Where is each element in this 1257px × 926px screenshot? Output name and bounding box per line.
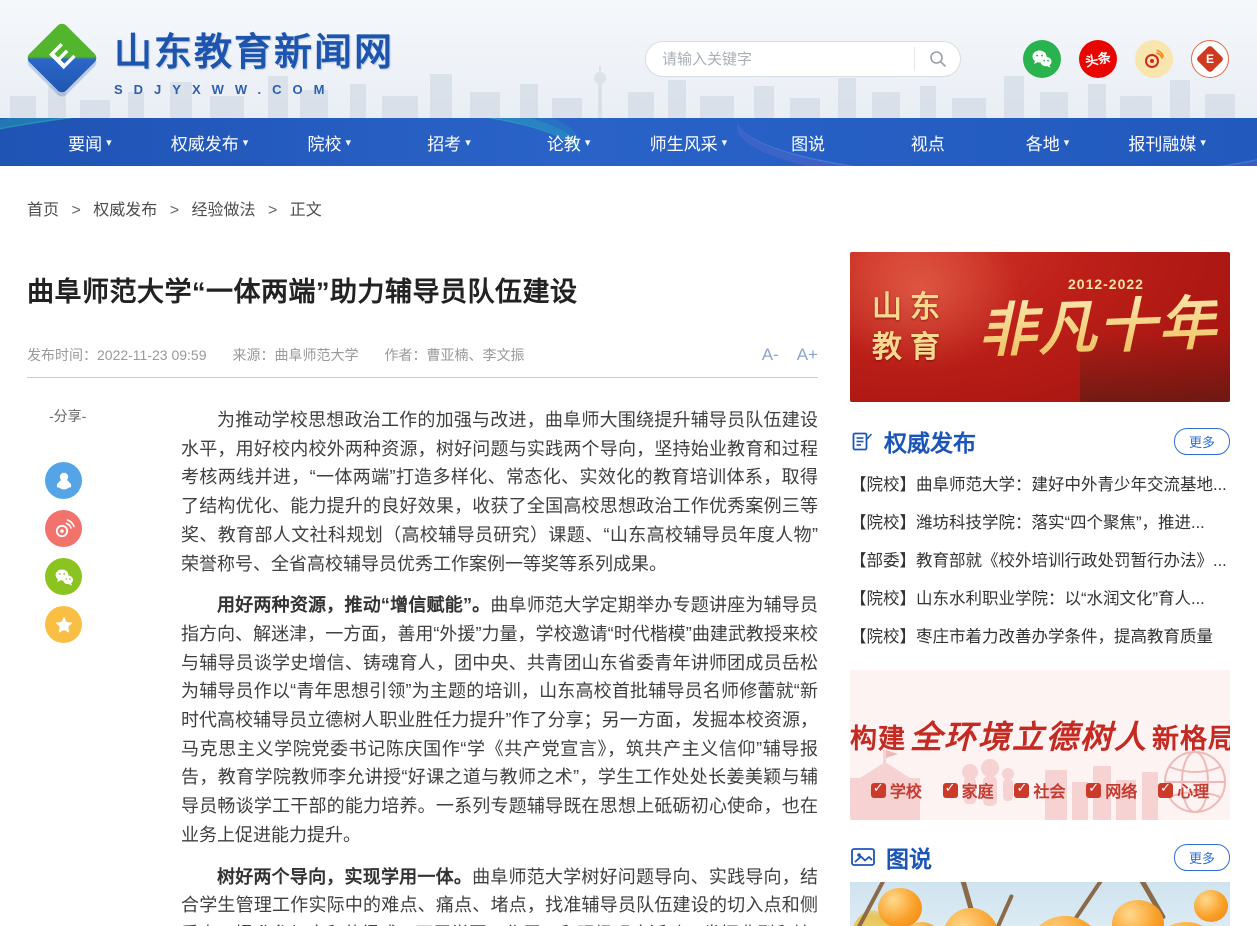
breadcrumb-separator: >	[71, 202, 80, 219]
site-title: 山东教育新闻网	[114, 21, 394, 76]
authority-section-header: 权威发布 更多	[850, 424, 1230, 458]
paragraph-1: 为推动学校思想政治工作的加强与改进，曲阜师大围绕提升辅导员队伍建设水平，用好校内…	[181, 406, 818, 578]
nav-item-tushuo[interactable]: 图说	[748, 118, 868, 166]
photo-persimmons[interactable]	[850, 882, 1230, 926]
site-logo-icon: E	[28, 24, 98, 94]
font-larger-button[interactable]: A+	[797, 345, 818, 365]
authority-more-button[interactable]: 更多	[1174, 428, 1230, 455]
font-smaller-button[interactable]: A-	[762, 345, 779, 365]
news-doc-icon	[850, 429, 874, 453]
wechat-icon[interactable]	[1023, 40, 1061, 78]
checkbox-icon	[943, 783, 958, 798]
banner-env-title: 构建全环境立德树人新格局	[850, 712, 1230, 758]
news-item[interactable]: 【院校】山东水利职业学院：以“水润文化”育人...	[850, 580, 1230, 618]
nav-item-yuanxiao[interactable]: 院校	[269, 118, 389, 166]
checkbox-icon	[1014, 783, 1029, 798]
site-header: E 山东教育新闻网 SDJYXWW.COM	[0, 0, 1257, 118]
weibo-icon[interactable]	[1135, 40, 1173, 78]
news-item[interactable]: 【部委】教育部就《校外培训行政处罚暂行办法》...	[850, 542, 1230, 580]
article-author: 作者：曹亚楠、李文振	[385, 345, 525, 365]
publish-time: 发布时间：2022-11-23 09:59	[27, 345, 207, 365]
share-qzone-icon[interactable]	[45, 606, 82, 643]
photo-more-button[interactable]: 更多	[1174, 844, 1230, 871]
nav-item-quanweifabu[interactable]: 权威发布	[150, 118, 270, 166]
site-domain: SDJYXWW.COM	[114, 82, 394, 97]
nav-item-shishengfengcai[interactable]: 师生风采	[629, 118, 749, 166]
banner-env-tags: 学校 家庭 社会 网络 心理	[850, 778, 1230, 802]
paragraph-3: 树好两个导向，实现学用一体。曲阜师范大学树好问题导向、实践导向，结合学生管理工作…	[181, 863, 818, 926]
site-app-icon[interactable]: E	[1191, 40, 1229, 78]
breadcrumb-subsection[interactable]: 经验做法	[192, 202, 256, 219]
picture-icon	[850, 845, 876, 869]
search-box	[645, 41, 961, 77]
social-links: 头条 E	[1023, 40, 1229, 78]
nav-item-zhaokao[interactable]: 招考	[389, 118, 509, 166]
news-item[interactable]: 【院校】枣庄市着力改善办学条件，提高教育质量	[850, 618, 1230, 656]
share-panel: -分享-	[27, 406, 181, 926]
banner-full-environment-education[interactable]: 构建全环境立德树人新格局 学校 家庭 社会 网络 心理	[850, 670, 1230, 820]
banner-decade-line2: 教育	[872, 328, 948, 368]
banner-decade-slogan: 非凡十年	[977, 276, 1220, 368]
news-item[interactable]: 【院校】曲阜师范大学：建好中外青少年交流基地...	[850, 466, 1230, 504]
breadcrumb-separator: >	[170, 202, 179, 219]
breadcrumb-separator: >	[268, 202, 277, 219]
checkbox-icon	[1158, 783, 1173, 798]
nav-item-shidian[interactable]: 视点	[868, 118, 988, 166]
news-item[interactable]: 【院校】潍坊科技学院：落实“四个聚焦”，推进...	[850, 504, 1230, 542]
photo-section-header: 图说 更多	[850, 840, 1230, 874]
share-weibo-icon[interactable]	[45, 510, 82, 547]
share-wechat-icon[interactable]	[45, 558, 82, 595]
article-title: 曲阜师范大学“一体两端”助力辅导员队伍建设	[27, 270, 818, 309]
banner-decade-line1: 山东	[872, 288, 948, 328]
photo-section-title: 图说	[886, 840, 932, 874]
nav-item-yaowen[interactable]: 要闻	[30, 118, 150, 166]
main-navigation: 要闻 权威发布 院校 招考 论教 师生风采 图说 视点 各地 报刊融媒	[0, 118, 1257, 166]
nav-item-lunjiao[interactable]: 论教	[509, 118, 629, 166]
search-input[interactable]	[646, 42, 914, 76]
share-label: -分享-	[49, 406, 181, 426]
breadcrumb-home[interactable]: 首页	[27, 202, 59, 219]
paragraph-2: 用好两种资源，推动“增信赋能”。曲阜师范大学定期举办专题讲座为辅导员指方向、解迷…	[181, 591, 818, 849]
search-button[interactable]	[914, 47, 960, 71]
breadcrumb-section[interactable]: 权威发布	[93, 202, 157, 219]
breadcrumb-current: 正文	[290, 202, 322, 219]
article-paragraphs: 为推动学校思想政治工作的加强与改进，曲阜师大围绕提升辅导员队伍建设水平，用好校内…	[181, 406, 818, 926]
article: 曲阜师范大学“一体两端”助力辅导员队伍建设 发布时间：2022-11-23 09…	[27, 252, 818, 926]
checkbox-icon	[871, 783, 886, 798]
sidebar: 山东 教育 2012-2022 非凡十年 权威发布 更多 【院校	[850, 252, 1230, 926]
share-qq-icon[interactable]	[45, 462, 82, 499]
toutiao-icon[interactable]: 头条	[1079, 40, 1117, 78]
search-icon	[929, 50, 947, 68]
nav-item-baokanrongmei[interactable]: 报刊融媒	[1107, 118, 1227, 166]
breadcrumb: 首页 > 权威发布 > 经验做法 > 正文	[27, 196, 1230, 220]
checkbox-icon	[1086, 783, 1101, 798]
authority-section-title: 权威发布	[884, 424, 976, 458]
toutiao-label: 头条	[1084, 50, 1112, 68]
article-meta: 发布时间：2022-11-23 09:59 来源：曲阜师范大学 作者：曹亚楠、李…	[27, 345, 818, 378]
article-source: 来源：曲阜师范大学	[233, 345, 359, 365]
site-logo[interactable]: E 山东教育新闻网 SDJYXWW.COM	[28, 21, 394, 97]
nav-item-gedi[interactable]: 各地	[988, 118, 1108, 166]
banner-shandong-education-decade[interactable]: 山东 教育 2012-2022 非凡十年	[850, 252, 1230, 402]
font-size-controls: A- A+	[762, 345, 818, 365]
authority-news-list: 【院校】曲阜师范大学：建好中外青少年交流基地... 【院校】潍坊科技学院：落实“…	[850, 466, 1230, 656]
